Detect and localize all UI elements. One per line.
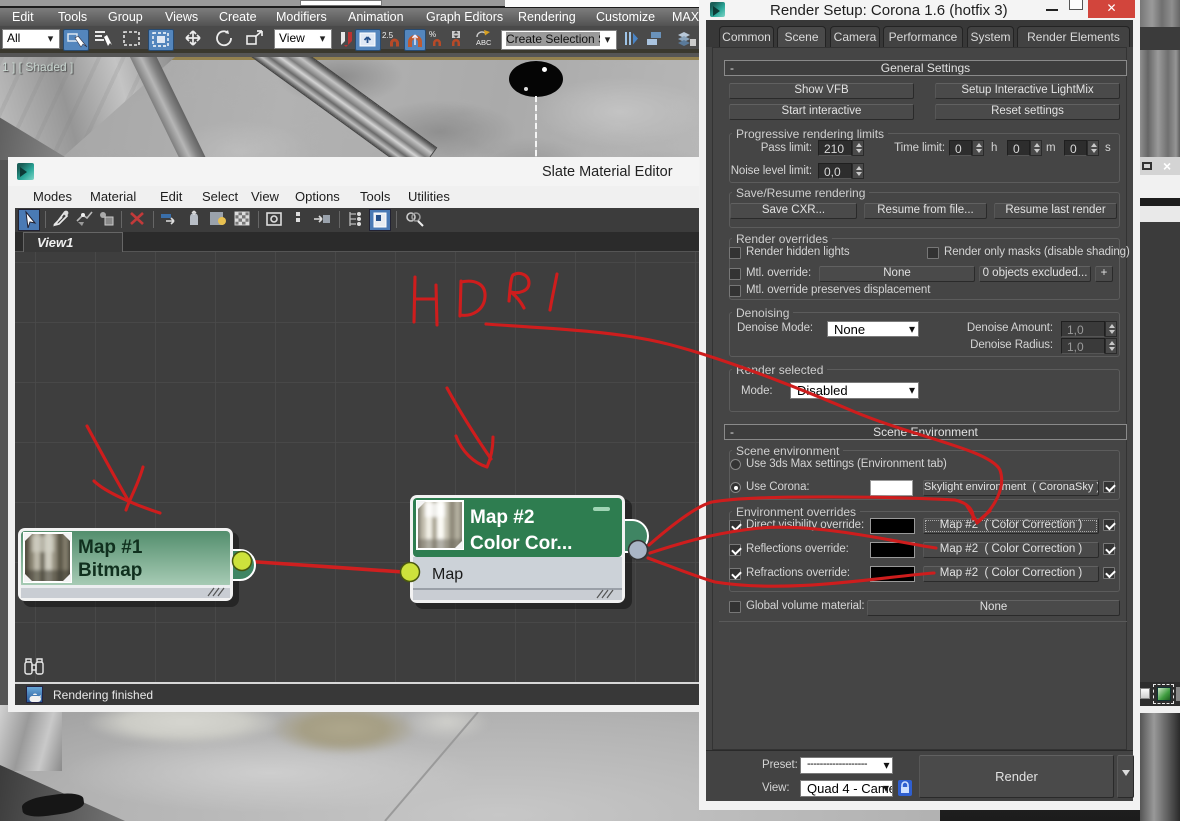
svg-text:2.5: 2.5 [382,31,394,40]
svg-text:Map #2: Map #2 [470,507,534,528]
svg-text:Color Cor...: Color Cor... [470,533,572,554]
svg-text:Bitmap: Bitmap [78,560,142,581]
svg-text:Map: Map [432,566,463,583]
svg-text:%: % [429,30,436,39]
svg-text:ABC: ABC [476,38,492,47]
svg-text:Map #1: Map #1 [78,537,143,558]
